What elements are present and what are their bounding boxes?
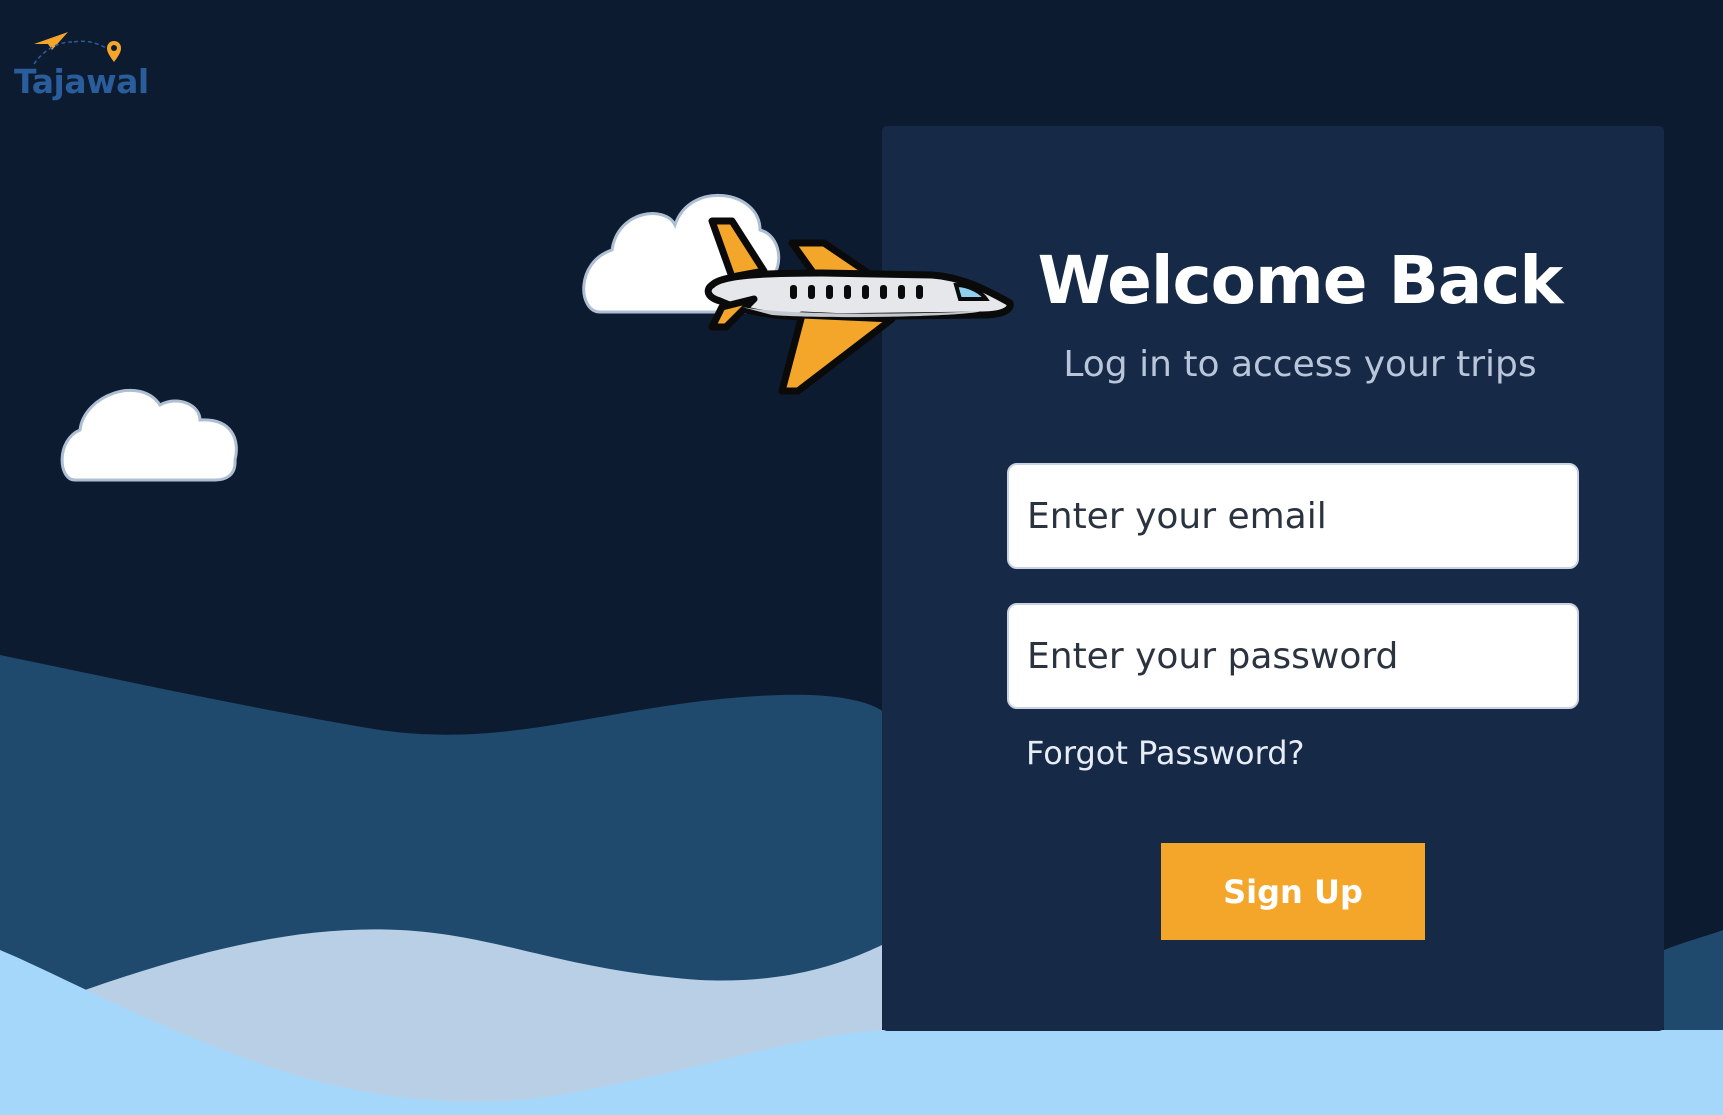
airplane-icon bbox=[704, 217, 1014, 395]
cloud-icon bbox=[60, 388, 238, 482]
email-field[interactable] bbox=[1007, 463, 1579, 569]
forgot-password-link[interactable]: Forgot Password? bbox=[1026, 730, 1305, 776]
brand-name: Tajawal bbox=[14, 62, 149, 101]
page-title: Welcome Back bbox=[1037, 242, 1564, 319]
page-subtitle: Log in to access your trips bbox=[1063, 344, 1537, 385]
password-field[interactable] bbox=[1007, 603, 1579, 709]
map-pin-icon bbox=[107, 41, 121, 62]
sign-up-button[interactable]: Sign Up bbox=[1161, 843, 1425, 940]
brand-logo[interactable]: Tajawal bbox=[12, 26, 149, 106]
